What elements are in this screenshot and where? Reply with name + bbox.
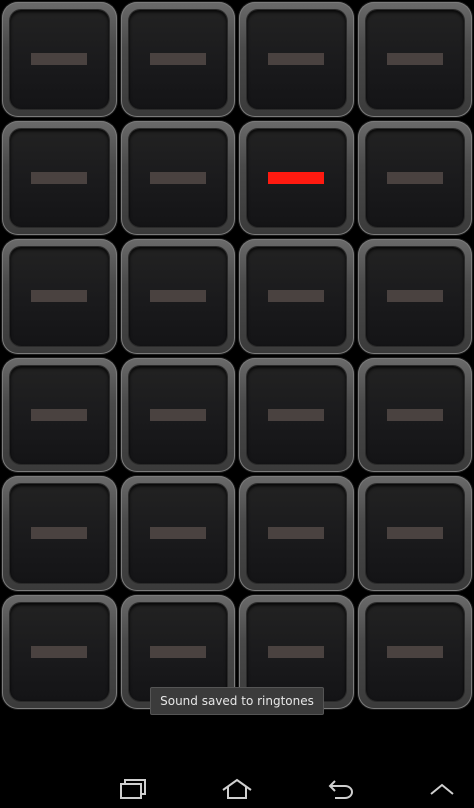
pad-indicator bbox=[386, 290, 443, 303]
pad-indicator bbox=[149, 290, 206, 303]
pad-indicator bbox=[31, 527, 88, 540]
pad-face bbox=[10, 365, 109, 464]
pad-face bbox=[365, 484, 464, 583]
pad-face bbox=[10, 10, 109, 109]
pad-indicator bbox=[386, 408, 443, 421]
pad-face bbox=[10, 484, 109, 583]
pad-indicator bbox=[31, 290, 88, 303]
sound-pad-r4-c1[interactable] bbox=[2, 357, 117, 472]
pad-face bbox=[128, 365, 227, 464]
home-button[interactable] bbox=[207, 770, 267, 808]
sound-pad-r5-c3[interactable] bbox=[239, 476, 354, 591]
pad-indicator bbox=[149, 171, 206, 184]
sound-pad-r6-c1[interactable] bbox=[2, 594, 117, 709]
sound-pad-r3-c1[interactable] bbox=[2, 239, 117, 354]
pad-face bbox=[128, 10, 227, 109]
sound-pad-r3-c2[interactable] bbox=[120, 239, 235, 354]
recent-apps-button[interactable] bbox=[104, 770, 164, 808]
pad-face bbox=[247, 10, 346, 109]
pad-face bbox=[128, 484, 227, 583]
sound-pad-r1-c4[interactable] bbox=[357, 2, 472, 117]
pad-face bbox=[10, 128, 109, 227]
pad-indicator bbox=[31, 53, 88, 66]
menu-up-button[interactable] bbox=[412, 770, 472, 808]
pad-indicator bbox=[268, 408, 325, 421]
pad-indicator bbox=[386, 527, 443, 540]
menu-up-icon bbox=[428, 781, 456, 797]
pad-face bbox=[128, 128, 227, 227]
sound-pad-r6-c4[interactable] bbox=[357, 594, 472, 709]
pad-face bbox=[365, 365, 464, 464]
pad-indicator bbox=[149, 527, 206, 540]
sound-pad-r5-c1[interactable] bbox=[2, 476, 117, 591]
sound-pad-r1-c2[interactable] bbox=[120, 2, 235, 117]
pad-indicator bbox=[268, 645, 325, 658]
pad-face bbox=[128, 247, 227, 346]
soundboard-screen: Sound saved to ringtones bbox=[0, 0, 474, 808]
sound-pad-r4-c2[interactable] bbox=[120, 357, 235, 472]
sound-pad-r4-c4[interactable] bbox=[357, 357, 472, 472]
home-icon bbox=[220, 778, 254, 800]
pad-face bbox=[247, 484, 346, 583]
pad-indicator bbox=[268, 527, 325, 540]
sound-pad-r5-c2[interactable] bbox=[120, 476, 235, 591]
pad-indicator bbox=[149, 53, 206, 66]
pad-face bbox=[365, 128, 464, 227]
recent-apps-icon bbox=[119, 778, 149, 800]
sound-pad-r3-c3[interactable] bbox=[239, 239, 354, 354]
pad-indicator bbox=[31, 171, 88, 184]
sound-pad-r4-c3[interactable] bbox=[239, 357, 354, 472]
sound-pad-r2-c2[interactable] bbox=[120, 120, 235, 235]
back-icon bbox=[325, 778, 355, 800]
pad-indicator bbox=[268, 290, 325, 303]
system-navigation-bar bbox=[0, 770, 474, 808]
sound-pad-r3-c4[interactable] bbox=[357, 239, 472, 354]
pad-indicator bbox=[386, 645, 443, 658]
sound-pad-r2-c3[interactable] bbox=[239, 120, 354, 235]
pad-indicator bbox=[31, 408, 88, 421]
sound-pad-r2-c4[interactable] bbox=[357, 120, 472, 235]
sound-pad-r5-c4[interactable] bbox=[357, 476, 472, 591]
pad-indicator bbox=[149, 408, 206, 421]
toast-message: Sound saved to ringtones bbox=[150, 687, 324, 715]
pad-face bbox=[10, 247, 109, 346]
pad-indicator bbox=[149, 645, 206, 658]
pad-face bbox=[365, 602, 464, 701]
pad-grid bbox=[0, 0, 474, 712]
pad-face bbox=[247, 128, 346, 227]
pad-face bbox=[247, 365, 346, 464]
pad-indicator bbox=[268, 53, 325, 66]
pad-indicator bbox=[31, 645, 88, 658]
sound-pad-r2-c1[interactable] bbox=[2, 120, 117, 235]
sound-pad-r1-c1[interactable] bbox=[2, 2, 117, 117]
pad-indicator bbox=[386, 171, 443, 184]
sound-pad-r1-c3[interactable] bbox=[239, 2, 354, 117]
pad-face bbox=[365, 10, 464, 109]
pad-face bbox=[10, 602, 109, 701]
pad-indicator-active bbox=[268, 171, 325, 184]
pad-face bbox=[365, 247, 464, 346]
back-button[interactable] bbox=[310, 770, 370, 808]
pad-indicator bbox=[386, 53, 443, 66]
pad-face bbox=[247, 247, 346, 346]
